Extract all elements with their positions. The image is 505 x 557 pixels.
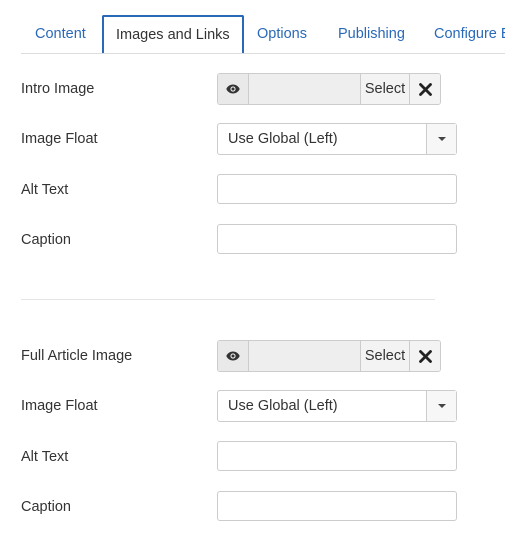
- chevron-down-icon: [437, 137, 446, 141]
- close-icon: [418, 349, 432, 363]
- full-image-path: [249, 341, 361, 371]
- tab-publishing[interactable]: Publishing: [338, 15, 405, 53]
- tab-options[interactable]: Options: [257, 15, 307, 53]
- full-alt-text-input[interactable]: [217, 441, 457, 471]
- intro-alt-text-input[interactable]: [217, 174, 457, 204]
- intro-image-select-button[interactable]: Select: [361, 74, 410, 104]
- intro-float-label: Image Float: [21, 131, 98, 147]
- intro-image-preview-button[interactable]: [218, 74, 249, 104]
- intro-float-value: Use Global (Left): [228, 131, 338, 147]
- full-caption-input[interactable]: [217, 491, 457, 521]
- full-caption-label: Caption: [21, 499, 71, 515]
- full-image-row: Full Article Image Select: [21, 340, 491, 372]
- intro-image-label: Intro Image: [21, 81, 95, 97]
- intro-alt-row: Alt Text: [21, 174, 491, 206]
- intro-caption-row: Caption: [21, 224, 491, 256]
- intro-image-field: Select: [217, 73, 441, 105]
- tab-bar: Content Images and Links Options Publish…: [21, 15, 505, 54]
- intro-image-clear-button[interactable]: [410, 74, 440, 104]
- full-image-preview-button[interactable]: [218, 341, 249, 371]
- tab-configure-edit-screen[interactable]: Configure E: [434, 15, 505, 53]
- eye-icon: [226, 351, 240, 361]
- intro-float-select[interactable]: Use Global (Left): [217, 123, 457, 155]
- full-float-row: Image Float Use Global (Left): [21, 390, 491, 422]
- intro-float-dropdown-button[interactable]: [426, 124, 456, 154]
- full-float-value: Use Global (Left): [228, 398, 338, 414]
- full-image-clear-button[interactable]: [410, 341, 440, 371]
- tab-images-and-links[interactable]: Images and Links: [102, 15, 244, 53]
- full-float-select[interactable]: Use Global (Left): [217, 390, 457, 422]
- section-divider: [21, 299, 435, 300]
- tab-content[interactable]: Content: [35, 15, 86, 53]
- intro-caption-label: Caption: [21, 232, 71, 248]
- full-float-label: Image Float: [21, 398, 98, 414]
- full-image-select-button[interactable]: Select: [361, 341, 410, 371]
- intro-alt-label: Alt Text: [21, 182, 69, 198]
- eye-icon: [226, 84, 240, 94]
- intro-caption-input[interactable]: [217, 224, 457, 254]
- full-alt-label: Alt Text: [21, 449, 69, 465]
- close-icon: [418, 82, 432, 96]
- intro-float-row: Image Float Use Global (Left): [21, 123, 491, 155]
- full-caption-row: Caption: [21, 491, 491, 523]
- full-alt-row: Alt Text: [21, 441, 491, 473]
- intro-image-path: [249, 74, 361, 104]
- intro-image-row: Intro Image Select: [21, 73, 491, 105]
- full-image-label: Full Article Image: [21, 348, 133, 364]
- full-image-field: Select: [217, 340, 441, 372]
- chevron-down-icon: [437, 404, 446, 408]
- full-float-dropdown-button[interactable]: [426, 391, 456, 421]
